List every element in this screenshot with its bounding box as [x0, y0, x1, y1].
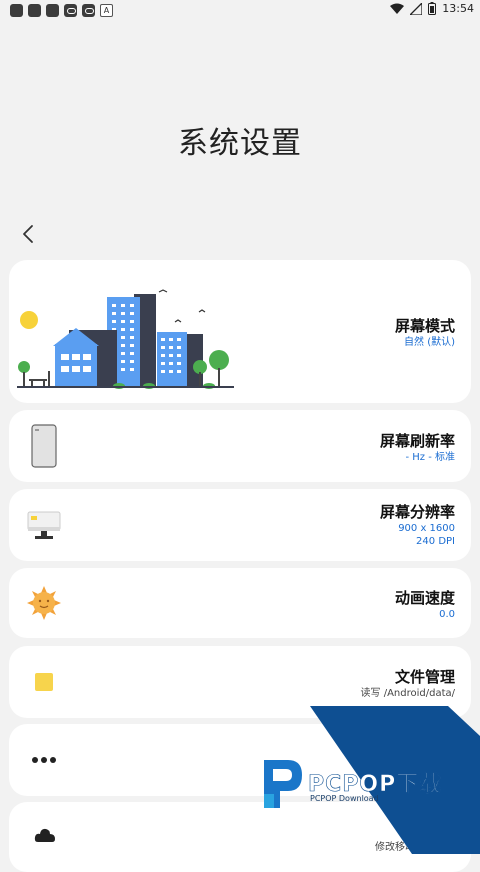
- wifi-icon: [390, 3, 405, 14]
- card-subtitle: 读写 /Android/data/: [360, 688, 455, 699]
- card-title: 文件管理: [394, 668, 455, 686]
- status-bar: A 13:54: [0, 0, 480, 20]
- app-notification-icon: [64, 4, 77, 17]
- screen-mode-card[interactable]: 屏幕模式 自然 (默认): [9, 260, 471, 403]
- card-title: 屏幕模式: [394, 317, 455, 335]
- signal-icon: [410, 2, 423, 15]
- watermark-sub: PCPOP Download: [310, 794, 379, 803]
- page-title: 系统设置: [178, 126, 302, 161]
- chevron-left-icon: [23, 225, 33, 243]
- cloud-icon: [34, 828, 55, 842]
- card-subtitle: 自然 (默认): [404, 337, 455, 348]
- card-subtitle: 900 x 1600: [398, 523, 455, 534]
- city-illustration-icon: [17, 289, 234, 389]
- back-button[interactable]: [14, 220, 42, 248]
- more-dots-icon: [32, 757, 56, 763]
- refresh-rate-card[interactable]: 屏幕刷新率 - Hz - 标准: [9, 410, 471, 482]
- app-notification-icon: [82, 4, 95, 17]
- phone-icon: [31, 424, 57, 468]
- card-subtitle-dpi: 240 DPI: [416, 536, 455, 547]
- sun-icon: [27, 586, 61, 620]
- folder-icon: [35, 673, 53, 691]
- monitor-icon: [27, 511, 61, 539]
- resolution-card[interactable]: 屏幕分辨率 900 x 1600 240 DPI: [9, 489, 471, 561]
- battery-icon: [428, 2, 437, 15]
- card-subtitle: - Hz - 标准: [405, 452, 455, 463]
- animation-speed-card[interactable]: 动画速度 0.0: [9, 568, 471, 638]
- card-title: 屏幕刷新率: [379, 432, 455, 450]
- card-title: 屏幕分辨率: [379, 503, 455, 521]
- card-title: 动画速度: [394, 589, 455, 607]
- pcpop-logo-icon: [264, 760, 302, 808]
- card-subtitle: 0.0: [439, 609, 455, 620]
- a-notification-icon: A: [100, 4, 113, 17]
- clock: 13:54: [442, 2, 474, 15]
- notification-icon: [46, 4, 59, 17]
- notification-icon: [28, 4, 41, 17]
- notification-icons: A: [10, 4, 113, 17]
- notification-icon: [10, 4, 23, 17]
